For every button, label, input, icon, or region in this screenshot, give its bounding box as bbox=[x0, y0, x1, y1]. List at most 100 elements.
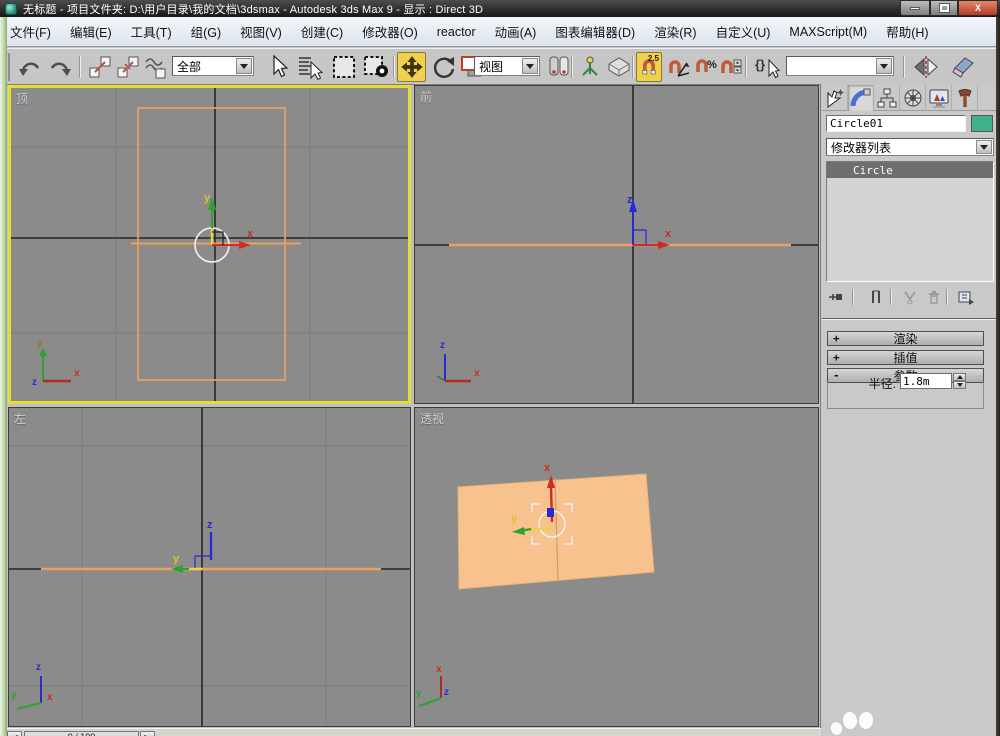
rollout-rendering[interactable]: + 渲染 bbox=[827, 331, 984, 346]
svg-text:x: x bbox=[474, 368, 480, 379]
undo-button[interactable] bbox=[15, 52, 45, 82]
viewport-perspective[interactable]: x y x z y 透视 bbox=[414, 407, 819, 727]
select-by-name-button[interactable] bbox=[295, 52, 325, 82]
configure-modifier-sets-button[interactable] bbox=[956, 288, 976, 306]
radius-spinner[interactable] bbox=[953, 373, 966, 389]
window-crossing-icon bbox=[363, 54, 389, 80]
window-crossing-toggle-button[interactable] bbox=[361, 52, 391, 82]
snap-mode-label: 2.5 bbox=[648, 54, 659, 63]
keyboard-shortcut-override-button[interactable] bbox=[604, 52, 634, 82]
stack-toolbar-separator bbox=[852, 289, 854, 305]
pin-stack-button[interactable] bbox=[826, 288, 846, 306]
svg-text:y: y bbox=[511, 513, 518, 525]
unlink-icon bbox=[115, 54, 141, 80]
select-and-rotate-button[interactable] bbox=[429, 52, 459, 82]
modifier-list-label: 修改器列表 bbox=[831, 139, 891, 156]
dropdown-arrow-icon[interactable] bbox=[236, 58, 252, 74]
modifier-stack-list[interactable]: Circle bbox=[826, 161, 994, 282]
dropdown-arrow-icon[interactable] bbox=[976, 140, 992, 154]
show-end-result-button[interactable] bbox=[866, 288, 886, 306]
mirror-icon bbox=[913, 54, 939, 80]
radius-field[interactable] bbox=[900, 373, 952, 389]
menu-create[interactable]: 创建(C) bbox=[301, 22, 343, 41]
bind-to-space-warp-button[interactable] bbox=[141, 52, 171, 82]
3dsmax-app-icon bbox=[5, 3, 17, 15]
menu-file[interactable]: 文件(F) bbox=[10, 22, 51, 41]
tab-display[interactable] bbox=[926, 85, 952, 111]
select-and-link-button[interactable] bbox=[85, 52, 115, 82]
svg-text:z: z bbox=[440, 340, 445, 351]
object-name-field[interactable] bbox=[826, 115, 966, 132]
trash-icon bbox=[927, 289, 941, 305]
make-unique-button[interactable] bbox=[900, 288, 920, 306]
tab-modify[interactable] bbox=[848, 85, 874, 111]
unlink-selection-button[interactable] bbox=[113, 52, 143, 82]
grid-lines bbox=[9, 408, 410, 726]
time-slider-right-arrow[interactable]: ▶ bbox=[140, 731, 155, 736]
tab-utilities[interactable] bbox=[952, 85, 978, 111]
named-selection-dropdown[interactable] bbox=[786, 56, 894, 76]
close-button[interactable]: X bbox=[958, 0, 998, 16]
object-color-swatch[interactable] bbox=[971, 115, 993, 132]
select-and-manipulate-button[interactable] bbox=[575, 52, 605, 82]
menu-edit[interactable]: 编辑(E) bbox=[70, 22, 112, 41]
modifier-list-dropdown[interactable]: 修改器列表 bbox=[826, 138, 994, 156]
rollout-interpolation[interactable]: + 插值 bbox=[827, 350, 984, 365]
axis-tripod: z x bbox=[437, 340, 480, 381]
menu-help[interactable]: 帮助(H) bbox=[886, 22, 928, 41]
viewport-label-front[interactable]: 前 bbox=[420, 88, 432, 105]
modify-icon bbox=[850, 87, 872, 109]
redo-button[interactable] bbox=[45, 52, 75, 82]
dropdown-arrow-icon[interactable] bbox=[876, 58, 892, 74]
select-object-button[interactable] bbox=[263, 52, 293, 82]
remove-modifier-button[interactable] bbox=[924, 288, 944, 306]
svg-text:x: x bbox=[436, 664, 442, 675]
menu-rendering[interactable]: 渲染(R) bbox=[654, 22, 696, 41]
menu-animation[interactable]: 动画(A) bbox=[495, 22, 537, 41]
stack-item-circle[interactable]: Circle bbox=[827, 162, 993, 178]
time-slider-left-arrow[interactable]: ◀ bbox=[7, 731, 22, 736]
menu-graph-editors[interactable]: 图表编辑器(D) bbox=[555, 22, 635, 41]
menu-views[interactable]: 视图(V) bbox=[240, 22, 282, 41]
menu-reactor[interactable]: reactor bbox=[437, 25, 476, 39]
viewport-left[interactable]: z y z x y 左 bbox=[8, 407, 411, 727]
selection-filter-dropdown[interactable]: 全部 bbox=[172, 56, 254, 76]
align-button[interactable] bbox=[948, 52, 978, 82]
spinner-up-button[interactable] bbox=[953, 373, 966, 381]
tab-hierarchy[interactable] bbox=[874, 85, 900, 111]
snap-toggle-button[interactable]: 2.5 bbox=[636, 52, 662, 82]
align-icon bbox=[949, 54, 977, 80]
tab-create[interactable] bbox=[822, 85, 848, 111]
move-gizmo[interactable]: z y bbox=[171, 519, 213, 573]
select-and-move-button[interactable] bbox=[397, 52, 426, 82]
tab-motion[interactable] bbox=[900, 85, 926, 111]
rectangular-selection-region-button[interactable] bbox=[329, 52, 359, 82]
named-selection-sets-button[interactable]: {} bbox=[752, 52, 782, 82]
dropdown-arrow-icon[interactable] bbox=[522, 58, 538, 74]
title-bar[interactable]: 无标题 - 项目文件夹: D:\用户目录\我的文档\3dsmax - Autod… bbox=[0, 0, 1000, 17]
use-pivot-point-center-button[interactable] bbox=[544, 52, 574, 82]
viewport-label-perspective[interactable]: 透视 bbox=[420, 410, 444, 427]
menu-tools[interactable]: 工具(T) bbox=[131, 22, 172, 41]
spinner-down-button[interactable] bbox=[953, 381, 966, 389]
menu-group[interactable]: 组(G) bbox=[191, 22, 222, 41]
time-slider-bar: ◀ 0 / 100 ▶ bbox=[0, 728, 821, 736]
menu-maxscript[interactable]: MAXScript(M) bbox=[789, 25, 867, 39]
time-slider-track[interactable]: 0 / 100 bbox=[24, 731, 139, 736]
mirror-button[interactable] bbox=[911, 52, 941, 82]
menu-customize[interactable]: 自定义(U) bbox=[716, 22, 771, 41]
viewport-label-left[interactable]: 左 bbox=[14, 410, 26, 427]
move-gizmo[interactable]: z x bbox=[627, 194, 672, 249]
viewport-front[interactable]: z x z x 前 bbox=[414, 85, 819, 404]
viewport-label-top[interactable]: 顶 bbox=[16, 90, 28, 107]
maximize-button[interactable] bbox=[930, 0, 958, 16]
menu-modifiers[interactable]: 修改器(O) bbox=[362, 22, 418, 41]
reference-coordinate-dropdown[interactable]: 视图 bbox=[474, 56, 540, 76]
selection-filter-value: 全部 bbox=[177, 58, 201, 75]
radius-parameter-row: 半径: bbox=[822, 373, 1000, 391]
spinner-snap-toggle-button[interactable] bbox=[716, 52, 746, 82]
viewport-top[interactable]: y x y x z 顶 bbox=[8, 85, 411, 404]
minimize-button[interactable] bbox=[900, 0, 930, 16]
menu-bar: 文件(F) 编辑(E) 工具(T) 组(G) 视图(V) 创建(C) 修改器(O… bbox=[0, 17, 1000, 47]
angle-snap-toggle-button[interactable] bbox=[663, 52, 693, 82]
